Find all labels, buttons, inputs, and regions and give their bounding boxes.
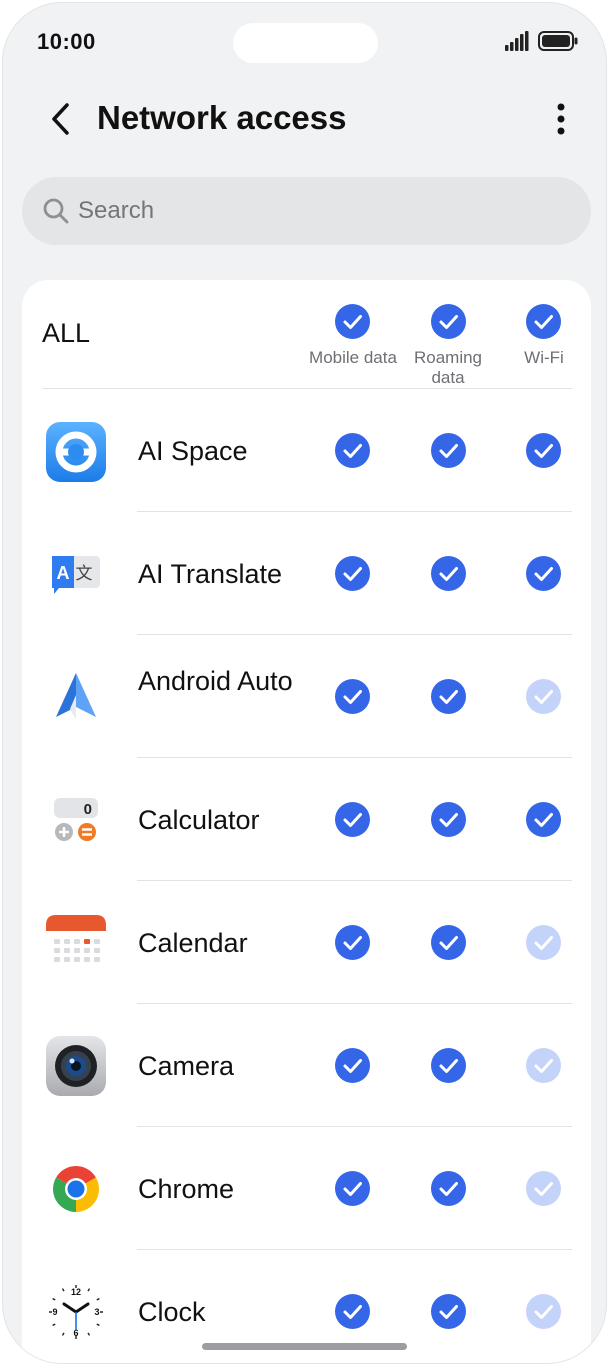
svg-text:3: 3	[94, 1307, 99, 1317]
roaming-data-checkbox[interactable]	[431, 802, 466, 837]
svg-text:0: 0	[84, 801, 92, 818]
divider	[42, 388, 572, 389]
svg-text:12: 12	[71, 1287, 81, 1297]
calendar-icon	[46, 915, 106, 962]
more-options-icon[interactable]	[543, 97, 579, 141]
mobile-data-checkbox[interactable]	[335, 679, 370, 714]
mobile-data-checkbox[interactable]	[335, 433, 370, 468]
mobile-data-checkbox[interactable]	[335, 1171, 370, 1206]
wifi-checkbox-disabled[interactable]	[526, 1048, 561, 1083]
app-name: Calculator	[138, 805, 260, 835]
search-icon	[43, 198, 69, 224]
camera-icon	[46, 1036, 106, 1096]
mobile-data-checkbox[interactable]	[335, 1294, 370, 1329]
roaming-data-checkbox[interactable]	[431, 1048, 466, 1083]
network-access-list: ALL Mobile data Roaming data Wi-Fi AI Sp…	[22, 280, 591, 1363]
wifi-checkbox[interactable]	[526, 802, 561, 837]
column-header-wifi: Wi-Fi	[524, 348, 564, 367]
app-row-calendar: Calendar	[22, 882, 591, 1004]
ai-translate-icon: 文 A	[52, 556, 100, 594]
mobile-data-checkbox[interactable]	[335, 556, 370, 591]
all-roaming-data-checkbox[interactable]	[431, 304, 466, 339]
divider	[137, 757, 572, 758]
app-row-ai-translate: 文 A AI Translate	[22, 513, 591, 635]
wifi-checkbox-disabled[interactable]	[526, 1171, 561, 1206]
back-arrow-icon[interactable]	[45, 99, 75, 139]
wifi-checkbox-disabled[interactable]	[526, 679, 561, 714]
clock-icon: 12 3 6 9	[48, 1284, 104, 1340]
divider	[137, 1126, 572, 1127]
app-name: Chrome	[138, 1174, 235, 1204]
app-name: AI Space	[138, 436, 248, 466]
app-row-chrome: Chrome	[22, 1128, 591, 1250]
app-name: AI Translate	[138, 559, 283, 589]
roaming-data-checkbox[interactable]	[431, 556, 466, 591]
svg-text:文: 文	[76, 564, 93, 584]
divider	[137, 1249, 572, 1250]
wifi-checkbox-disabled[interactable]	[526, 1294, 561, 1329]
ai-space-icon	[46, 422, 106, 482]
divider	[137, 511, 572, 512]
wifi-checkbox[interactable]	[526, 433, 561, 468]
status-time: 10:00	[37, 29, 96, 54]
svg-text:9: 9	[52, 1307, 57, 1317]
app-row-camera: Camera	[22, 1005, 591, 1127]
app-row-android-auto: Android Auto	[22, 636, 591, 758]
app-row-calculator: 0 Calculator	[22, 759, 591, 881]
app-name: Camera	[138, 1051, 235, 1081]
divider	[137, 880, 572, 881]
roaming-data-checkbox[interactable]	[431, 925, 466, 960]
calculator-icon: 0	[54, 798, 98, 841]
chrome-icon	[53, 1166, 99, 1212]
column-header-mobile-data: Mobile data	[309, 348, 397, 367]
app-name: Calendar	[138, 928, 248, 958]
all-mobile-data-checkbox[interactable]	[335, 304, 370, 339]
roaming-data-checkbox[interactable]	[431, 433, 466, 468]
page-title: Network access	[97, 99, 347, 136]
divider	[137, 634, 572, 635]
battery-icon	[538, 31, 578, 51]
roaming-data-checkbox[interactable]	[431, 1171, 466, 1206]
signal-icon	[505, 31, 529, 51]
svg-text:A: A	[57, 563, 70, 583]
search-input[interactable]	[78, 177, 528, 245]
all-label: ALL	[42, 318, 91, 348]
status-bar: 10:00	[3, 3, 606, 83]
wifi-checkbox-disabled[interactable]	[526, 925, 561, 960]
all-wifi-checkbox[interactable]	[526, 304, 561, 339]
divider	[137, 1003, 572, 1004]
home-indicator[interactable]	[202, 1343, 407, 1350]
android-auto-icon	[56, 673, 96, 719]
app-name: Clock	[138, 1297, 206, 1327]
roaming-data-checkbox[interactable]	[431, 679, 466, 714]
mobile-data-checkbox[interactable]	[335, 802, 370, 837]
roaming-data-checkbox[interactable]	[431, 1294, 466, 1329]
app-row-ai-space: AI Space	[22, 390, 591, 512]
header: Network access	[3, 91, 606, 147]
column-header-roaming-data: Roaming data	[413, 348, 483, 387]
wifi-checkbox[interactable]	[526, 556, 561, 591]
camera-cutout	[233, 23, 378, 63]
app-name: Android Auto	[138, 666, 293, 696]
mobile-data-checkbox[interactable]	[335, 1048, 370, 1083]
search-bar[interactable]	[22, 177, 591, 245]
phone-screen: 10:00 Network access Search ALL Mobile d…	[2, 2, 607, 1364]
mobile-data-checkbox[interactable]	[335, 925, 370, 960]
